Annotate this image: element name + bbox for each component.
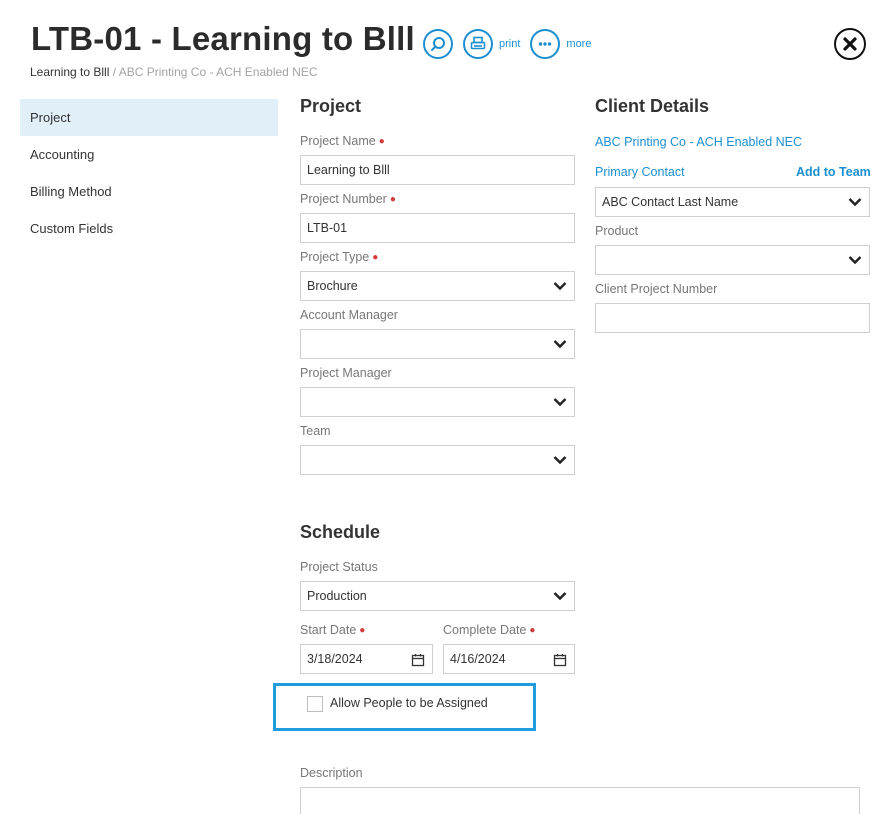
project-manager-select[interactable] — [300, 387, 575, 417]
start-date-input[interactable]: 3/18/2024 — [300, 644, 433, 674]
chevron-down-icon — [553, 398, 567, 407]
description-textarea[interactable] — [300, 787, 860, 814]
project-number-label: Project Number ● — [300, 192, 396, 206]
project-type-value: Brochure — [307, 279, 358, 293]
sidebar: Project Accounting Billing Method Custom… — [20, 99, 278, 247]
project-status-value: Production — [307, 589, 367, 603]
search-icon — [431, 37, 445, 51]
team-select[interactable] — [300, 445, 575, 475]
account-manager-select[interactable] — [300, 329, 575, 359]
primary-contact-label[interactable]: Primary Contact — [595, 165, 685, 179]
calendar-icon[interactable] — [411, 653, 425, 667]
primary-contact-value: ABC Contact Last Name — [602, 195, 739, 209]
page-title: LTB-01 - Learning to Blll — [31, 20, 415, 57]
team-label: Team — [300, 424, 331, 438]
primary-contact-select[interactable]: ABC Contact Last Name — [595, 187, 870, 217]
close-button[interactable] — [834, 28, 866, 60]
complete-date-input[interactable]: 4/16/2024 — [443, 644, 575, 674]
ellipsis-icon — [539, 42, 552, 46]
client-section-title: Client Details — [595, 96, 710, 116]
project-manager-label: Project Manager — [300, 366, 392, 380]
chevron-down-icon — [553, 592, 567, 601]
project-type-label: Project Type ● — [300, 250, 378, 264]
project-number-label-text: Project Number — [300, 192, 387, 206]
project-name-input[interactable]: Learning to Blll — [300, 155, 575, 185]
chevron-down-icon — [553, 456, 567, 465]
chevron-down-icon — [553, 340, 567, 349]
printer-icon — [470, 36, 486, 50]
allow-assign-checkbox[interactable] — [307, 696, 323, 712]
complete-date-value: 4/16/2024 — [450, 652, 506, 666]
project-section-title: Project — [300, 96, 362, 116]
project-name-label-text: Project Name — [300, 134, 376, 148]
chevron-down-icon — [553, 282, 567, 291]
product-label: Product — [595, 224, 639, 238]
account-manager-label: Account Manager — [300, 308, 398, 322]
required-indicator: ● — [389, 194, 396, 205]
sidebar-item-accounting[interactable]: Accounting — [20, 136, 278, 173]
description-label: Description — [300, 766, 363, 780]
project-type-select[interactable]: Brochure — [300, 271, 575, 301]
project-status-select[interactable]: Production — [300, 581, 575, 611]
close-icon — [843, 37, 857, 51]
breadcrumb-separator: / — [112, 65, 117, 79]
more-button[interactable] — [530, 29, 561, 59]
chevron-down-icon — [848, 256, 862, 265]
project-name-label: Project Name ● — [300, 134, 385, 148]
project-number-input[interactable]: LTB-01 — [300, 213, 575, 243]
project-number-value: LTB-01 — [307, 221, 348, 235]
sidebar-item-billing-method[interactable]: Billing Method — [20, 173, 278, 210]
required-indicator: ● — [372, 252, 379, 263]
search-button[interactable] — [423, 29, 453, 59]
start-date-value: 3/18/2024 — [307, 652, 363, 666]
print-link[interactable]: print — [499, 38, 520, 50]
print-button[interactable] — [463, 29, 493, 59]
start-date-label-text: Start Date — [300, 623, 357, 637]
calendar-icon[interactable] — [553, 653, 567, 667]
required-indicator: ● — [359, 625, 366, 636]
product-select[interactable] — [595, 245, 870, 275]
project-type-label-text: Project Type — [300, 250, 370, 264]
complete-date-label-text: Complete Date — [443, 623, 527, 637]
header-actions: print more — [423, 29, 591, 59]
allow-assign-label[interactable]: Allow People to be Assigned — [330, 696, 488, 710]
client-name-link[interactable]: ABC Printing Co - ACH Enabled NEC — [595, 135, 802, 149]
start-date-label: Start Date ● — [300, 623, 365, 637]
add-to-team-link[interactable]: Add to Team — [796, 165, 871, 179]
breadcrumb-current: Learning to Blll — [30, 65, 110, 79]
sidebar-item-project[interactable]: Project — [20, 99, 278, 136]
required-indicator: ● — [529, 625, 536, 636]
client-project-number-input[interactable] — [595, 303, 870, 333]
client-project-number-label: Client Project Number — [595, 282, 718, 296]
sidebar-item-custom-fields[interactable]: Custom Fields — [20, 210, 278, 247]
chevron-down-icon — [848, 198, 862, 207]
schedule-section-title: Schedule — [300, 522, 381, 542]
complete-date-label: Complete Date ● — [443, 623, 535, 637]
required-indicator: ● — [378, 136, 385, 147]
project-status-label: Project Status — [300, 560, 378, 574]
breadcrumb: Learning to Blll / ABC Printing Co - ACH… — [30, 65, 318, 79]
more-link[interactable]: more — [566, 38, 591, 50]
project-name-value: Learning to Blll — [307, 163, 390, 177]
breadcrumb-parent[interactable]: ABC Printing Co - ACH Enabled NEC — [119, 65, 318, 79]
